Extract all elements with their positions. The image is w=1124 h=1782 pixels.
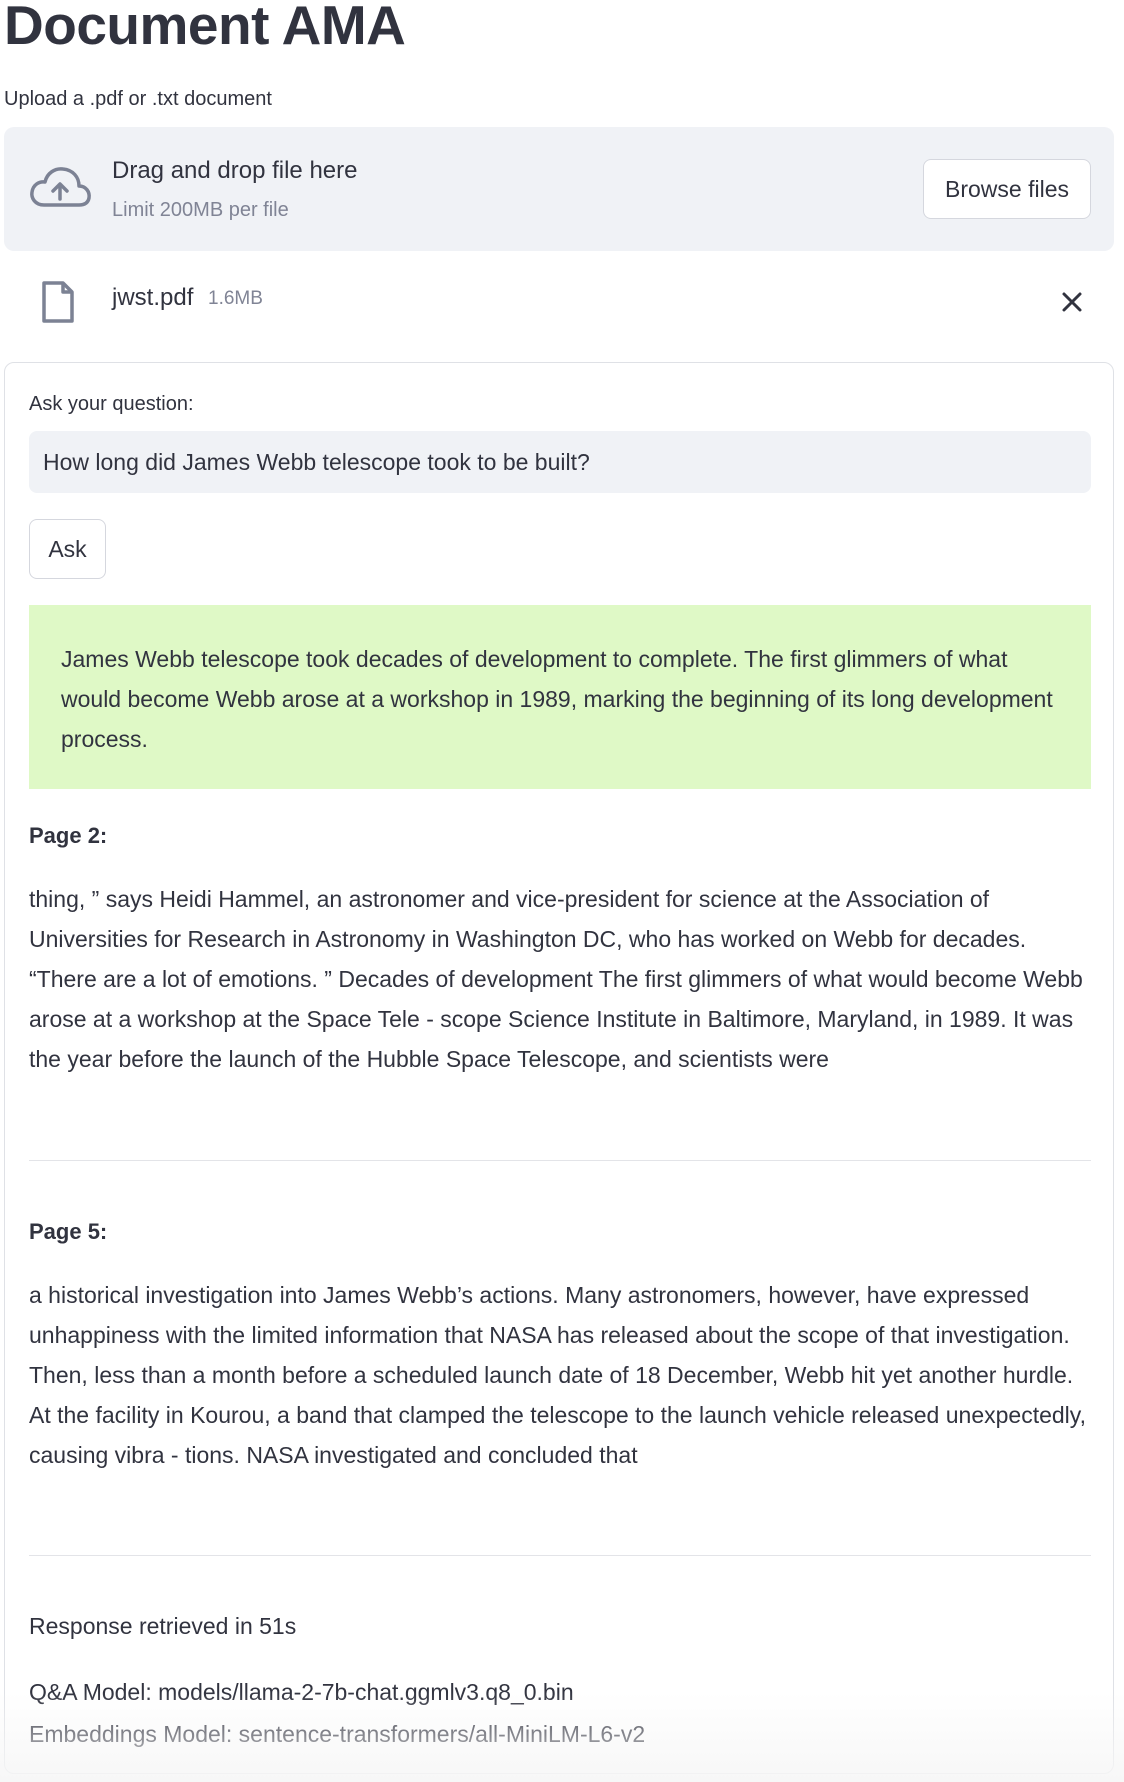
response-time: Response retrieved in 51s (29, 1613, 297, 1639)
dropzone-instructions: Drag and drop file here (112, 157, 358, 184)
cloud-upload-icon (30, 167, 91, 207)
source-text: a historical investigation into James We… (29, 1282, 1086, 1468)
embeddings-model-info: Embeddings Model: sentence-transformers/… (29, 1721, 646, 1747)
divider (29, 1555, 1091, 1556)
ask-button[interactable]: Ask (29, 519, 106, 579)
uploaded-file-size: 1.6MB (208, 288, 263, 309)
question-form: Ask your question: Ask James Webb telesc… (4, 362, 1114, 1774)
close-icon (1062, 292, 1082, 312)
question-input[interactable] (29, 431, 1091, 493)
page-title: Document AMA (4, 0, 406, 56)
browse-files-button[interactable]: Browse files (923, 159, 1091, 219)
uploaded-file-row: jwst.pdf 1.6MB (4, 270, 1114, 332)
source-heading: Page 2: (29, 823, 108, 848)
file-icon (42, 281, 74, 323)
source-text: thing, ” says Heidi Hammel, an astronome… (29, 886, 1083, 1072)
qa-model-info: Q&A Model: models/llama-2-7b-chat.ggmlv3… (29, 1679, 574, 1705)
source-heading: Page 5: (29, 1219, 108, 1244)
divider (29, 1160, 1091, 1161)
question-label: Ask your question: (29, 393, 194, 415)
uploaded-file-name: jwst.pdf (112, 284, 194, 311)
dropzone-limit: Limit 200MB per file (112, 199, 289, 221)
upload-label: Upload a .pdf or .txt document (4, 88, 272, 110)
answer-box: James Webb telescope took decades of dev… (29, 605, 1091, 789)
file-dropzone[interactable]: Drag and drop file here Limit 200MB per … (4, 127, 1114, 251)
remove-file-button[interactable] (1054, 284, 1090, 320)
